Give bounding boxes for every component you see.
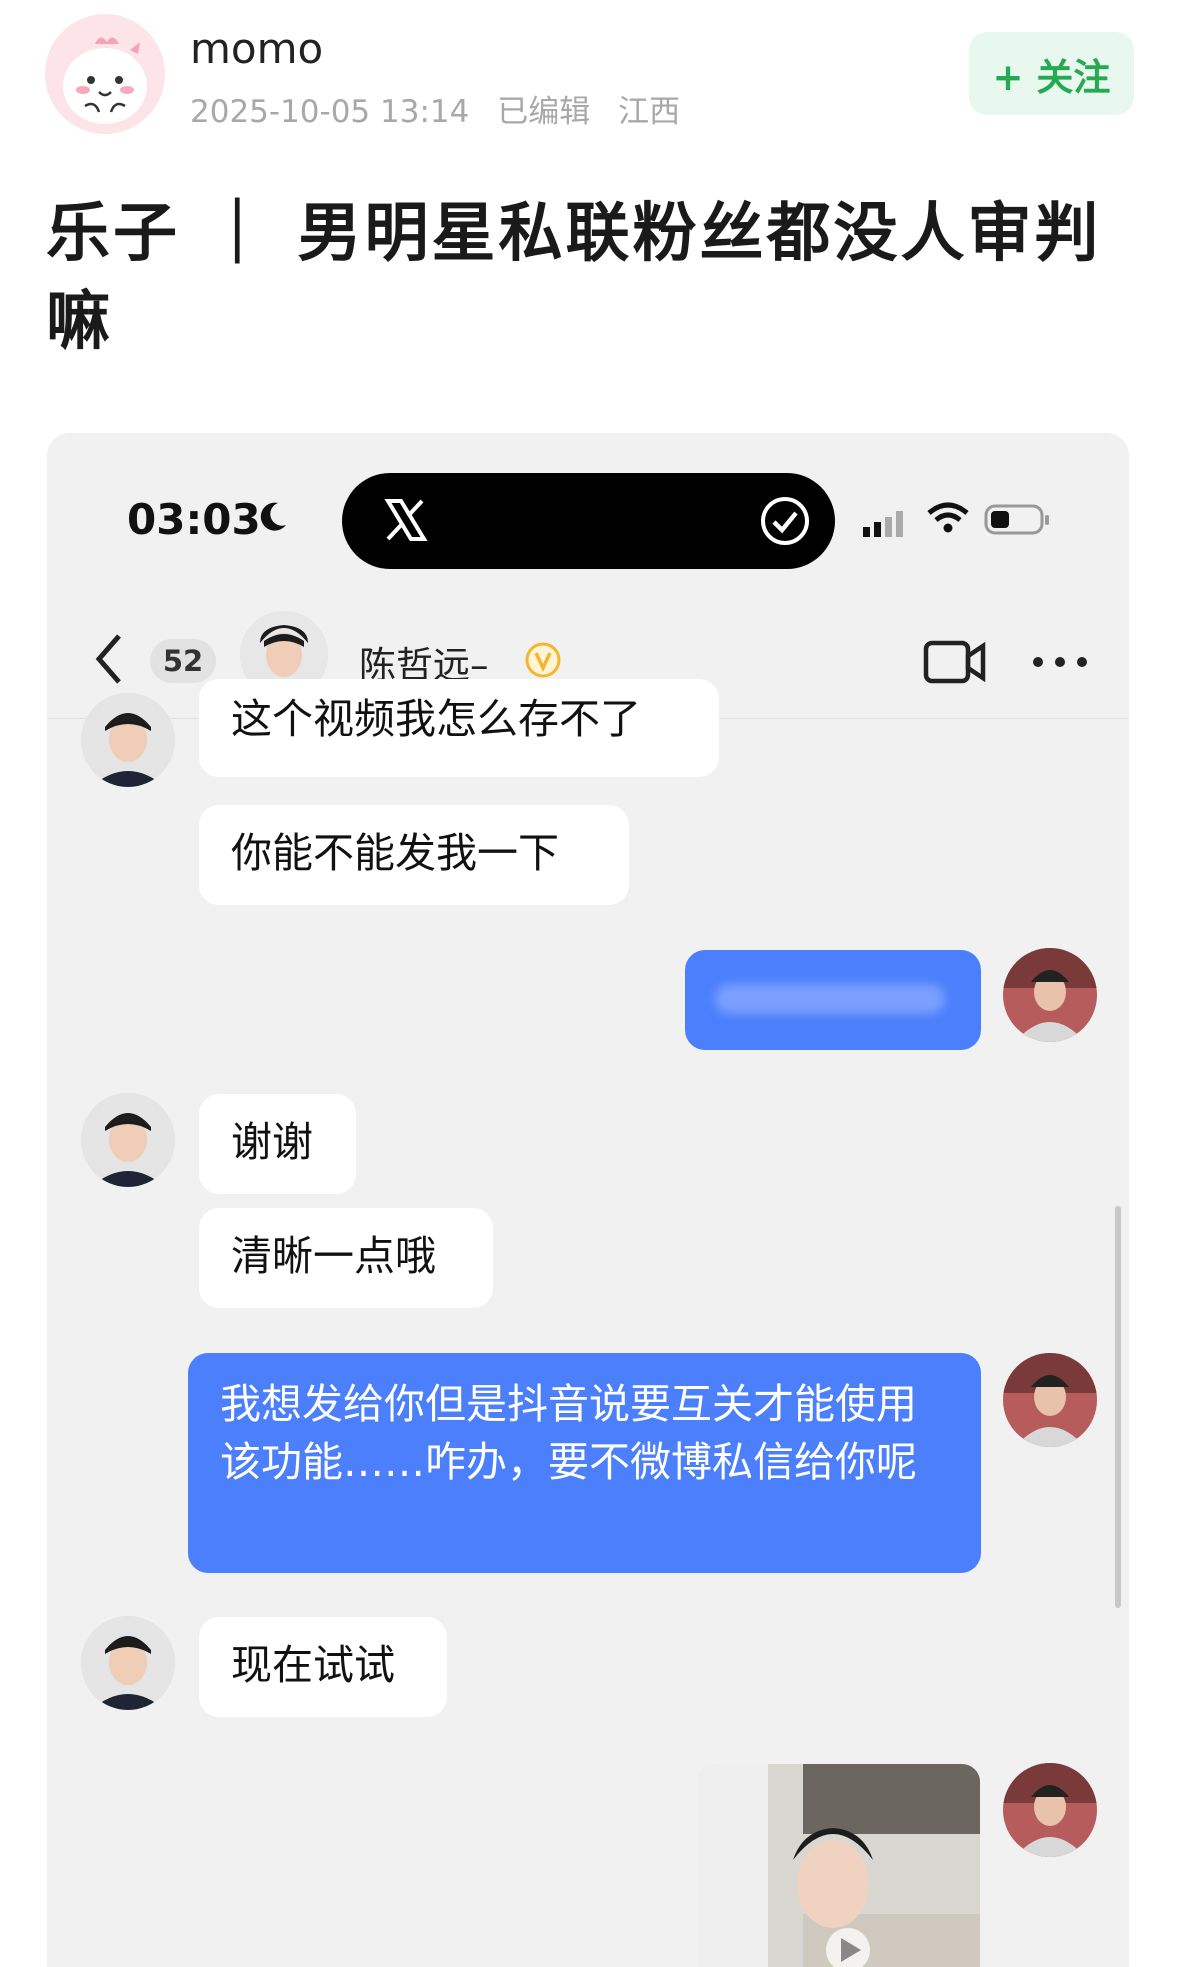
- message-bubble-received[interactable]: 这个视频我怎么存不了: [199, 679, 719, 777]
- person-photo-icon: [1003, 948, 1097, 1042]
- message-bubble-sent-blurred[interactable]: [685, 950, 981, 1050]
- self-message-avatar[interactable]: [1003, 1763, 1097, 1857]
- video-thumbnail-image: [698, 1764, 980, 1967]
- contact-message-avatar[interactable]: [81, 1616, 175, 1710]
- contact-message-avatar[interactable]: [81, 1093, 175, 1187]
- chat-scrollbar[interactable]: [1115, 1206, 1121, 1608]
- post-meta: 2025-10-05 13:14 已编辑 江西: [190, 86, 698, 131]
- post-header: momo 2025-10-05 13:14 已编辑 江西 + 关注: [0, 0, 1179, 150]
- check-circle-icon: [761, 497, 809, 545]
- follow-button[interactable]: + 关注: [969, 32, 1134, 115]
- message-bubble-received[interactable]: 清晰一点哦: [199, 1208, 493, 1308]
- status-time: 03:03: [127, 495, 261, 544]
- self-message-avatar[interactable]: [1003, 948, 1097, 1042]
- dynamic-island: [342, 473, 835, 569]
- signal-icon: [863, 511, 903, 537]
- person-photo-icon: [1003, 1353, 1097, 1447]
- battery-icon: [984, 504, 1049, 535]
- video-call-icon[interactable]: [923, 640, 987, 684]
- more-options-icon[interactable]: [1032, 656, 1088, 668]
- message-bubble-received[interactable]: 你能不能发我一下: [199, 805, 629, 905]
- author-avatar[interactable]: [45, 14, 165, 134]
- message-bubble-received[interactable]: 现在试试: [199, 1617, 447, 1717]
- cartoon-avatar-icon: [45, 14, 165, 134]
- person-photo-icon: [81, 1616, 175, 1710]
- post-title: 乐子 ｜ 男明星私联粉丝都没人审判嘛: [46, 197, 1102, 359]
- wifi-icon: [927, 502, 969, 533]
- location-label: 江西: [618, 94, 681, 130]
- video-message-thumbnail[interactable]: [698, 1764, 980, 1967]
- censored-text: [715, 984, 945, 1014]
- contact-message-avatar[interactable]: [81, 693, 175, 787]
- phone-status-bar: 03:03: [47, 433, 1129, 598]
- edited-label: 已编辑: [497, 94, 591, 130]
- moon-icon: [260, 502, 286, 531]
- person-photo-icon: [1003, 1763, 1097, 1857]
- x-logo-icon: [384, 499, 428, 541]
- verified-badge-icon: [525, 642, 561, 678]
- post-timestamp: 2025-10-05 13:14: [190, 94, 470, 130]
- message-bubble-sent[interactable]: 我想发给你但是抖音说要互关才能使用该功能……咋办，要不微博私信给你呢: [188, 1353, 981, 1573]
- unread-count-badge: 52: [150, 639, 216, 683]
- message-bubble-received[interactable]: 谢谢: [199, 1094, 356, 1194]
- person-photo-icon: [81, 1093, 175, 1187]
- back-arrow-icon[interactable]: [89, 628, 129, 690]
- chat-screenshot: 03:03 52 陈哲远– 这个视频我怎么存不了 你能不能发我一下 谢谢 清晰一…: [47, 433, 1129, 1967]
- self-message-avatar[interactable]: [1003, 1353, 1097, 1447]
- author-name[interactable]: momo: [190, 24, 323, 73]
- person-photo-icon: [81, 693, 175, 787]
